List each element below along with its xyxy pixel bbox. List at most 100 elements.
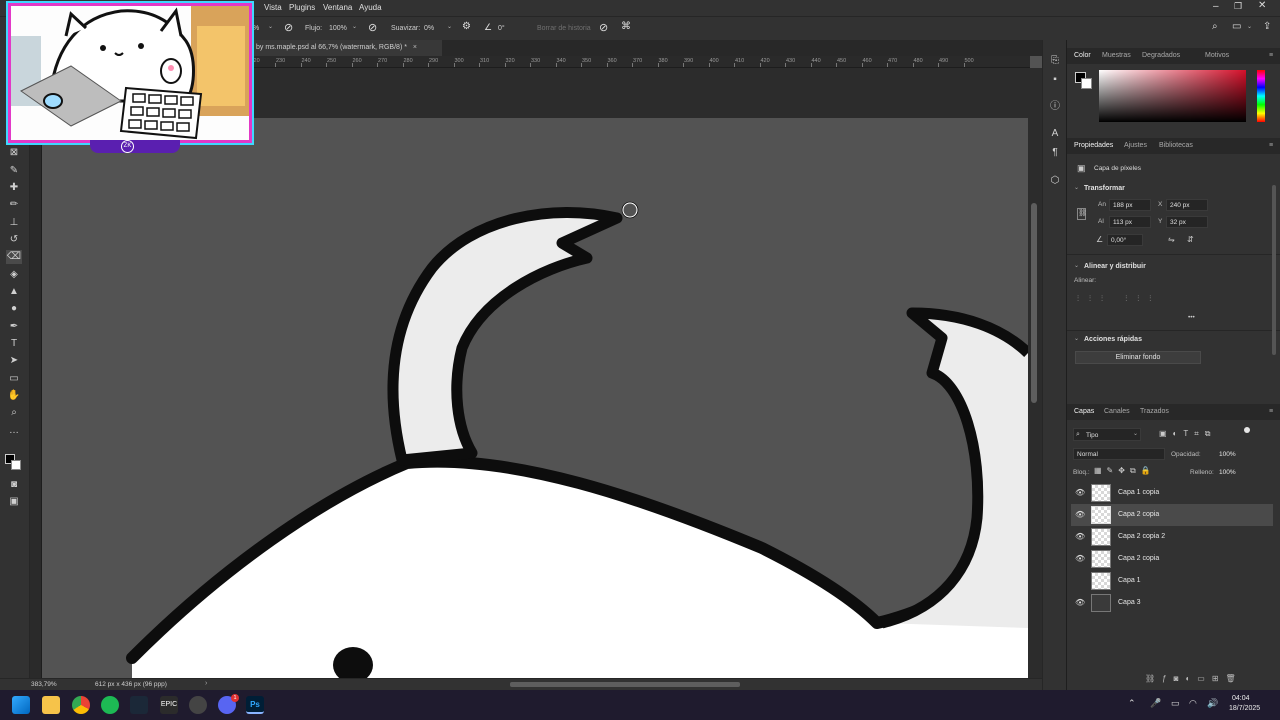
eye-icon[interactable]: 👁 — [1075, 598, 1085, 608]
eye-icon[interactable]: 👁 — [1075, 554, 1085, 564]
chevron-up-icon[interactable]: ⌃ — [1128, 698, 1136, 709]
minimize-icon[interactable]: – — [1213, 1, 1219, 12]
workspace-icon[interactable]: ▭ — [1232, 21, 1241, 32]
y-field[interactable]: 32 px — [1166, 216, 1208, 228]
menu-plugins[interactable]: Plugins — [289, 3, 315, 12]
chevron-down-icon[interactable]: ⌄ — [268, 23, 273, 30]
layer-row[interactable]: 👁 Capa 3 — [1071, 592, 1273, 614]
file-explorer-icon[interactable] — [42, 696, 60, 714]
hand-tool-icon[interactable]: ✋ — [6, 389, 22, 403]
chevron-down-icon[interactable]: ⌄ — [352, 23, 357, 30]
lock-icons[interactable]: ▦✎✥⧉🔒 — [1094, 466, 1156, 476]
vertical-ruler[interactable] — [30, 68, 42, 678]
tab-libraries[interactable]: Bibliotecas — [1159, 142, 1193, 149]
remove-background-button[interactable]: Eliminar fondo — [1075, 351, 1201, 364]
color-picker-field[interactable] — [1099, 70, 1246, 122]
zoom-tool-icon[interactable]: ⌕ — [6, 406, 22, 420]
tab-layers[interactable]: Capas — [1074, 408, 1094, 415]
layer-row[interactable]: 👁 Capa 1 — [1071, 570, 1273, 592]
quick-mask-icon[interactable]: ◙ — [6, 478, 22, 492]
fill-value[interactable]: 100% — [1219, 469, 1236, 476]
eyedropper-tool-icon[interactable]: ✎ — [6, 164, 22, 178]
rectangle-tool-icon[interactable]: ▭ — [6, 372, 22, 386]
transform-title[interactable]: Transformar — [1084, 185, 1125, 192]
more-options-icon[interactable]: ••• — [1188, 314, 1195, 321]
pressure-opacity-icon[interactable]: ⊘ — [284, 21, 293, 34]
pressure-size-icon[interactable]: ⊘ — [599, 21, 608, 34]
steam-icon[interactable] — [130, 696, 148, 714]
chevron-down-icon[interactable]: ⌄ — [1074, 262, 1079, 269]
layer-bottom-actions[interactable]: ⛓ƒ◙◐▭⊞🗑 — [1145, 674, 1243, 683]
smoothing-value[interactable]: 0% — [424, 25, 434, 32]
blend-mode-select[interactable]: Normal — [1073, 448, 1165, 460]
link-icon[interactable]: ⛓ — [1077, 208, 1087, 220]
spotify-icon[interactable] — [101, 696, 119, 714]
history-brush-icon[interactable]: ↺ — [6, 233, 22, 247]
frame-tool-icon[interactable]: ⊠ — [6, 146, 22, 160]
menu-vista[interactable]: Vista — [264, 3, 282, 12]
panel-menu-icon[interactable]: ≡ — [1269, 142, 1273, 149]
menu-ayuda[interactable]: Ayuda — [359, 3, 382, 12]
chevron-down-icon[interactable]: ⌄ — [1074, 184, 1079, 191]
tab-patterns[interactable]: Motivos — [1205, 52, 1229, 59]
restore-icon[interactable]: ❐ — [1234, 1, 1242, 12]
network-icon[interactable]: ▭ — [1171, 698, 1180, 709]
layer-row[interactable]: 👁 Capa 1 copia — [1071, 482, 1273, 504]
search-icon[interactable]: ⌕ — [1212, 21, 1218, 32]
tab-swatches[interactable]: Muestras — [1102, 52, 1131, 59]
hue-slider[interactable] — [1257, 70, 1265, 122]
tab-channels[interactable]: Canales — [1104, 408, 1130, 415]
status-arrow-icon[interactable]: › — [205, 680, 207, 687]
align-title[interactable]: Alinear y distribuir — [1084, 263, 1146, 270]
erase-history-label[interactable]: Borrar de historia — [537, 25, 591, 32]
character-icon[interactable]: A — [1048, 127, 1062, 141]
panel-menu-icon[interactable]: ≡ — [1269, 52, 1273, 59]
windows-start-icon[interactable] — [12, 696, 30, 714]
chevron-down-icon[interactable]: ⌄ — [447, 23, 452, 30]
app-icon[interactable] — [189, 696, 207, 714]
comments-icon[interactable]: ▪ — [1048, 73, 1062, 87]
background-color-swatch[interactable] — [11, 460, 21, 470]
clock-date[interactable]: 18/7/2025 — [1229, 705, 1260, 712]
eye-icon[interactable]: 👁 — [1075, 488, 1085, 498]
volume-icon[interactable]: 🔊 — [1207, 698, 1218, 709]
history-icon[interactable]: ⎘ — [1048, 54, 1062, 68]
chrome-icon[interactable] — [72, 696, 90, 714]
healing-tool-icon[interactable]: ✚ — [6, 181, 22, 195]
pen-tool-icon[interactable]: ✒ — [6, 320, 22, 334]
x-field[interactable]: 240 px — [1166, 199, 1208, 211]
microphone-icon[interactable]: 🎤 — [1150, 698, 1161, 709]
panel-menu-icon[interactable]: ≡ — [1269, 408, 1273, 415]
width-field[interactable]: 188 px — [1109, 199, 1151, 211]
filter-toggle-icon[interactable] — [1244, 427, 1250, 433]
layer-filter-select[interactable]: ⌕ Tipo ⌄ — [1073, 428, 1141, 441]
clock-time[interactable]: 04:04 — [1232, 695, 1250, 702]
layer-row[interactable]: 👁 Capa 2 copia — [1071, 504, 1273, 526]
brush-tool-icon[interactable]: ✏ — [6, 198, 22, 212]
layer-filter-icons[interactable]: ▣◐T⌗⧉ — [1159, 429, 1217, 439]
menu-ventana[interactable]: Ventana — [323, 3, 352, 12]
canvas[interactable] — [42, 68, 1028, 678]
chevron-down-icon[interactable]: ⌄ — [1074, 335, 1079, 342]
flip-horizontal-icon[interactable]: ⇋ — [1168, 235, 1175, 244]
path-select-icon[interactable]: ➤ — [6, 354, 22, 368]
eraser-tool-icon[interactable]: ⌫ — [6, 250, 22, 264]
symmetry-icon[interactable]: ⌘ — [621, 21, 631, 32]
vertical-scrollbar-thumb[interactable] — [1031, 203, 1037, 403]
share-icon[interactable]: ⇪ — [1263, 21, 1271, 32]
scroll-track[interactable] — [1028, 68, 1042, 678]
gear-icon[interactable]: ⚙ — [462, 21, 471, 32]
angle-field[interactable]: 0,00° — [1107, 234, 1143, 246]
eye-icon[interactable]: 👁 — [1075, 510, 1085, 520]
wifi-icon[interactable]: ◠ — [1189, 698, 1197, 709]
bucket-tool-icon[interactable]: ◈ — [6, 268, 22, 282]
paragraph-icon[interactable]: ¶ — [1048, 146, 1062, 160]
align-buttons[interactable]: ⫶⫶⫶ ⫶⫶⫶ — [1077, 294, 1161, 304]
opacity-value[interactable]: 100% — [1219, 451, 1236, 458]
more-tools-icon[interactable]: … — [6, 424, 22, 438]
tab-gradients[interactable]: Degradados — [1142, 52, 1180, 59]
app-icon[interactable]: EPIC — [160, 696, 178, 714]
height-field[interactable]: 113 px — [1109, 216, 1151, 228]
zoom-level[interactable]: 383,79% — [31, 681, 57, 688]
properties-scrollbar[interactable] — [1272, 185, 1276, 355]
